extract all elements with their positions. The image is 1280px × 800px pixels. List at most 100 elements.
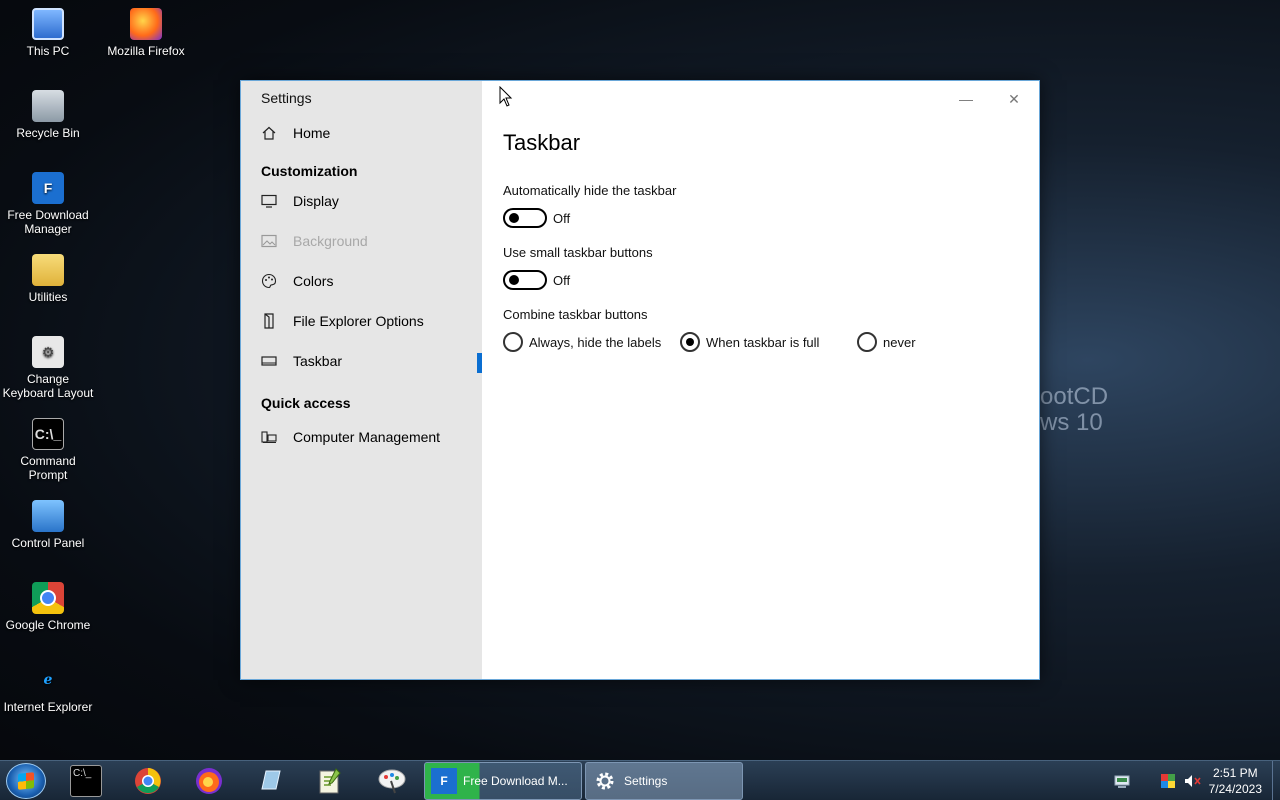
ie-icon: e [43, 672, 53, 688]
desktop-icon-utilities[interactable]: Utilities [0, 254, 96, 304]
desktop-icon-label: Google Chrome [5, 618, 91, 632]
wallpaper-text-line-1: ootCD [1040, 383, 1109, 410]
sidebar-item-background: Background [241, 223, 482, 259]
desktop-icon-command-prompt[interactable]: C:\_ Command Prompt [0, 418, 96, 482]
keyboard-settings-icon: ⚙ [32, 336, 64, 368]
desktop-icon-label: This PC [26, 44, 70, 58]
taskbar-app-settings[interactable]: Settings [585, 762, 743, 800]
show-desktop-button[interactable] [1272, 761, 1280, 800]
settings-window: Settings Home Customization Display Back… [240, 80, 1040, 680]
fdm-icon: F [32, 172, 64, 204]
desktop-icon-recycle-bin[interactable]: Recycle Bin [0, 90, 96, 140]
gear-icon [592, 768, 618, 794]
taskbar-app-free-download-manager[interactable]: F Free Download M... [424, 762, 582, 800]
window-title: Settings [261, 90, 312, 106]
auto-hide-label: Automatically hide the taskbar [503, 183, 677, 198]
section-customization: Customization [261, 163, 358, 179]
mouse-cursor-icon [499, 86, 513, 107]
settings-content: Taskbar Automatically hide the taskbar O… [503, 81, 1039, 679]
radio-always-hide-labels[interactable]: Always, hide the labels [503, 332, 661, 352]
auto-hide-toggle[interactable] [503, 208, 547, 228]
taskbar-app-label: Free Download M... [463, 774, 568, 788]
desktop-icon-label: Utilities [28, 290, 68, 304]
cmd-icon[interactable]: C:\_ [70, 765, 102, 797]
sidebar-item-home[interactable]: Home [241, 115, 482, 151]
firefox-icon [130, 8, 162, 40]
display-color-icon[interactable] [1160, 773, 1176, 789]
sidebar-item-taskbar[interactable]: Taskbar [241, 343, 482, 379]
radio-label: When taskbar is full [706, 334, 820, 350]
paint-icon[interactable] [376, 765, 408, 797]
desktop-icon-label: Internet Explorer [3, 700, 93, 714]
desktop-icon-label: Command Prompt [20, 454, 76, 482]
start-button[interactable] [6, 763, 46, 799]
sidebar-item-colors[interactable]: Colors [241, 263, 482, 299]
toggle-knob [509, 213, 519, 223]
network-icon[interactable] [1114, 773, 1130, 789]
recycle-bin-icon [32, 90, 64, 122]
clock-time: 2:51 PM [1212, 766, 1258, 780]
sidebar-item-label: Taskbar [293, 353, 343, 369]
small-buttons-toggle[interactable] [503, 270, 547, 290]
taskbar-clock[interactable]: 2:51 PM 7/24/2023 [1209, 765, 1262, 797]
picture-icon [261, 233, 277, 249]
fdm-icon: F [431, 768, 457, 794]
desktop-icon-control-panel[interactable]: Control Panel [0, 500, 96, 550]
sidebar-item-label: Computer Management [293, 429, 441, 445]
radio-dot [686, 338, 694, 346]
sidebar-item-label: Colors [293, 273, 334, 289]
palette-icon [261, 273, 277, 289]
small-buttons-label: Use small taskbar buttons [503, 245, 653, 260]
desktop-icon-firefox[interactable]: Mozilla Firefox [98, 8, 194, 58]
monitor-icon [261, 193, 277, 209]
control-panel-icon [32, 500, 64, 532]
chrome-icon[interactable] [132, 765, 164, 797]
sidebar-item-file-explorer-options[interactable]: File Explorer Options [241, 303, 482, 339]
radio-circle [857, 332, 877, 352]
auto-hide-state: Off [553, 211, 571, 226]
file-explorer-icon [261, 313, 277, 329]
radio-label: never [883, 334, 916, 350]
computer-icon [32, 8, 64, 40]
notepad-icon[interactable] [254, 765, 286, 797]
desktop-icon-change-keyboard-layout[interactable]: ⚙ Change Keyboard Layout [0, 336, 96, 400]
home-icon [261, 125, 277, 141]
desktop-icon-google-chrome[interactable]: Google Chrome [0, 582, 96, 632]
settings-sidebar: Settings Home Customization Display Back… [241, 81, 482, 679]
radio-circle [503, 332, 523, 352]
desktop-icon-internet-explorer[interactable]: e Internet Explorer [0, 664, 96, 714]
radio-circle-selected [680, 332, 700, 352]
chrome-icon [32, 582, 64, 614]
desktop-icon-label: Change Keyboard Layout [2, 372, 94, 400]
section-quick-access: Quick access [261, 395, 351, 411]
sidebar-item-display[interactable]: Display [241, 183, 482, 219]
notepadpp-icon[interactable] [314, 765, 346, 797]
computer-management-icon [261, 429, 277, 445]
firefox-icon[interactable] [193, 765, 225, 797]
taskbar: C:\_ F Free Download M... Settings 2:51 … [0, 760, 1280, 800]
sidebar-item-label: Display [293, 193, 339, 209]
volume-muted-icon[interactable] [1184, 773, 1201, 789]
desktop-icon-this-pc[interactable]: This PC [0, 8, 96, 58]
small-buttons-state: Off [553, 273, 571, 288]
radio-never[interactable]: never [857, 332, 916, 352]
page-title: Taskbar [503, 130, 581, 155]
clock-date: 7/24/2023 [1208, 782, 1262, 796]
radio-when-taskbar-full[interactable]: When taskbar is full [680, 332, 819, 352]
cmd-icon: C:\_ [32, 418, 64, 450]
sidebar-item-label: Background [293, 233, 368, 249]
sidebar-item-computer-management[interactable]: Computer Management [241, 419, 482, 455]
taskbar-icon [261, 353, 277, 369]
toggle-knob [509, 275, 519, 285]
wallpaper-text-line-2: ws 10 [1040, 409, 1103, 436]
sidebar-item-label: Home [293, 125, 331, 141]
desktop-icon-free-download-manager[interactable]: F Free Download Manager [0, 172, 96, 236]
taskbar-app-label: Settings [624, 774, 668, 788]
radio-label: Always, hide the labels [529, 334, 662, 350]
combine-label: Combine taskbar buttons [503, 307, 648, 322]
desktop-icon-label: Free Download Manager [7, 208, 89, 236]
wallpaper-text: ootCD ws 10 [1040, 384, 1108, 436]
folder-icon [32, 254, 64, 286]
desktop-icon-label: Recycle Bin [16, 126, 80, 140]
desktop-icon-label: Control Panel [11, 536, 85, 550]
